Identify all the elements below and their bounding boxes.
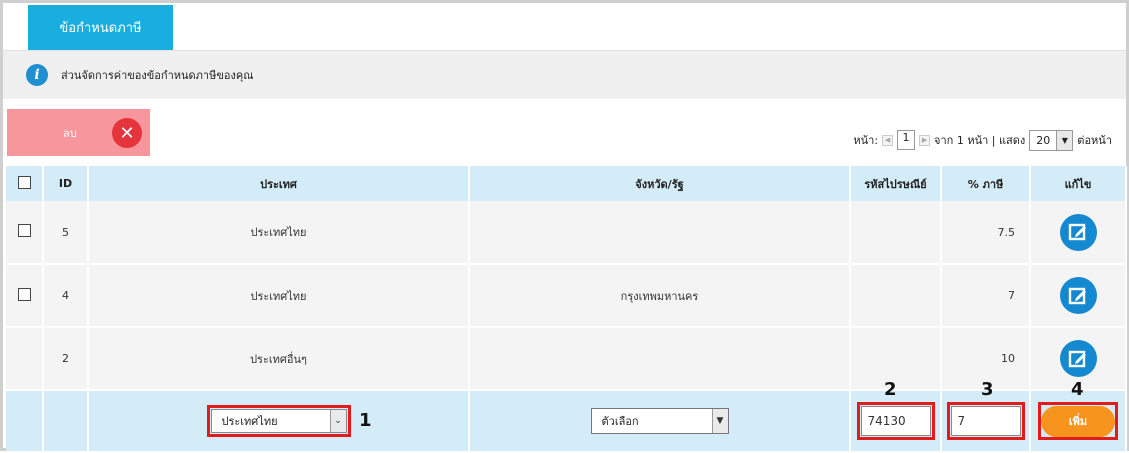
annotation-marker-4: 4	[1071, 379, 1084, 400]
row-select-cell	[6, 327, 44, 391]
tax-input[interactable]: 7	[950, 406, 1021, 436]
row-province	[469, 201, 851, 265]
annotation-marker-3: 3	[981, 379, 994, 400]
row-country: ประเทศไทย	[88, 201, 470, 265]
info-icon: i	[26, 64, 48, 86]
row-country: ประเทศอื่นๆ	[88, 327, 470, 391]
edit-icon	[1068, 223, 1086, 241]
country-select[interactable]: ประเทศไทย ⌄	[210, 409, 347, 433]
add-rule-row: ประเทศไทย ⌄ ตัวเลือก ▼ 74130 7 เพิ่ม	[6, 390, 1127, 453]
annotation-marker-1: 1	[359, 410, 372, 431]
row-tax: 7.5	[941, 201, 1031, 265]
pager: หน้า: ◀ 1 ▶ จาก 1 หน้า | แสดง 20 ▼ ต่อหน…	[853, 129, 1112, 151]
chevron-down-icon: ▼	[1056, 130, 1073, 150]
row-select-cell	[6, 201, 44, 265]
add-province-cell: ตัวเลือก ▼	[469, 390, 851, 453]
postcode-input[interactable]: 74130	[860, 406, 931, 436]
row-select-cell	[6, 264, 44, 328]
column-header-postcode: รหัสไปรษณีย์	[850, 166, 942, 201]
edit-button[interactable]	[1059, 277, 1097, 314]
column-header-province: จังหวัด/รัฐ	[469, 166, 851, 201]
column-header-edit: แก้ไข	[1030, 166, 1127, 201]
column-header-country: ประเทศ	[88, 166, 470, 201]
select-all-checkbox[interactable]	[17, 175, 31, 189]
table-row: 2 ประเทศอื่นๆ 10	[6, 327, 1127, 391]
table-header-row: ID ประเทศ จังหวัด/รัฐ รหัสไปรษณีย์ % ภาษ…	[6, 166, 1127, 201]
row-country: ประเทศไทย	[88, 264, 470, 328]
edit-icon	[1068, 287, 1086, 304]
edit-button[interactable]	[1059, 340, 1097, 377]
country-select-value: ประเทศไทย	[221, 415, 278, 428]
close-icon: ✕	[112, 118, 142, 148]
row-edit-cell	[1030, 201, 1127, 265]
row-edit-cell	[1030, 264, 1127, 328]
add-button[interactable]: เพิ่ม	[1041, 405, 1115, 437]
row-id: 5	[43, 201, 89, 265]
row-id: 4	[43, 264, 89, 328]
per-page-suffix: ต่อหน้า	[1077, 134, 1112, 147]
select-all-cell	[6, 166, 44, 201]
edit-button[interactable]	[1059, 213, 1097, 251]
page-number-input[interactable]: 1	[897, 130, 916, 150]
chevron-down-icon: ⌄	[329, 410, 346, 432]
row-postcode	[850, 201, 942, 265]
row-checkbox[interactable]	[17, 224, 31, 237]
tax-rules-table: ID ประเทศ จังหวัด/รัฐ รหัสไปรษณีย์ % ภาษ…	[6, 166, 1127, 453]
table-row: 5 ประเทศไทย 7.5	[6, 201, 1127, 265]
province-select-value: ตัวเลือก	[601, 415, 639, 428]
highlight-box: เพิ่ม	[1038, 402, 1118, 440]
tab-strip: ข้อกำหนดภาษี	[3, 3, 1126, 51]
highlight-box: 7	[946, 402, 1025, 440]
province-select[interactable]: ตัวเลือก ▼	[590, 408, 729, 434]
delete-label: ลบ	[63, 126, 77, 140]
column-header-tax: % ภาษี	[941, 166, 1031, 201]
pager-page-label: หน้า:	[853, 134, 879, 147]
per-page-value: 20	[1036, 133, 1051, 147]
pager-of-text: จาก 1 หน้า | แสดง	[934, 134, 1026, 147]
add-row-empty-cell	[6, 390, 44, 453]
row-province: กรุงเทพมหานคร	[469, 264, 851, 328]
annotation-marker-2: 2	[884, 379, 897, 400]
row-tax: 7	[941, 264, 1031, 328]
edit-icon	[1068, 350, 1086, 367]
table-row: 4 ประเทศไทย กรุงเทพมหานคร 7	[6, 264, 1127, 328]
chevron-down-icon: ▼	[711, 409, 728, 433]
next-page-icon[interactable]: ▶	[919, 134, 931, 146]
row-id: 2	[43, 327, 89, 391]
info-text: ส่วนจัดการค่าของข้อกำหนดภาษีของคุณ	[61, 69, 254, 82]
per-page-select[interactable]: 20 ▼	[1029, 129, 1074, 151]
add-country-cell: ประเทศไทย ⌄	[88, 390, 470, 453]
row-postcode	[850, 264, 942, 328]
tab-tax-rules[interactable]: ข้อกำหนดภาษี	[28, 5, 173, 50]
row-province	[469, 327, 851, 391]
prev-page-icon[interactable]: ◀	[882, 134, 894, 146]
column-header-id: ID	[43, 166, 89, 201]
highlight-box: 74130	[856, 402, 935, 440]
info-bar: i ส่วนจัดการค่าของข้อกำหนดภาษีของคุณ	[3, 51, 1126, 99]
highlight-box: ประเทศไทย ⌄	[206, 405, 351, 437]
row-checkbox[interactable]	[17, 287, 31, 301]
app-frame: ข้อกำหนดภาษี i ส่วนจัดการค่าของข้อกำหนดภ…	[0, 0, 1129, 453]
add-row-empty-cell	[43, 390, 89, 453]
delete-button[interactable]: ลบ ✕	[7, 109, 150, 156]
